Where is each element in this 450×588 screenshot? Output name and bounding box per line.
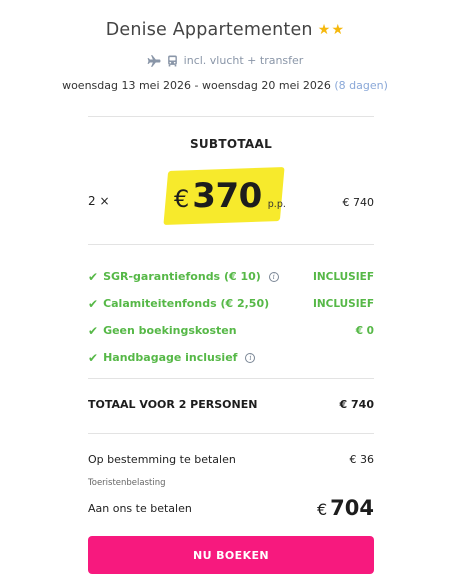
destination-payment-row: Op bestemming te betalen € 36 xyxy=(88,453,374,466)
per-person-label: p.p. xyxy=(267,199,286,210)
currency-symbol: € xyxy=(316,500,328,519)
plane-icon xyxy=(147,54,161,67)
list-item: ✔ Geen boekingskosten € 0 xyxy=(88,317,374,344)
quantity: 2 × xyxy=(88,194,110,208)
destination-label: Op bestemming te betalen xyxy=(88,453,236,466)
tourist-tax-label: Toeristenbelasting xyxy=(88,478,166,488)
hotel-name: Denise Appartementen xyxy=(105,20,313,40)
hotel-title: Denise Appartementen ★ ★ xyxy=(106,20,345,40)
divider xyxy=(88,116,374,117)
price-row: 2 × € 370 p.p. € 740 xyxy=(88,162,374,228)
transport-label: incl. vlucht + transfer xyxy=(183,54,304,67)
check-icon: ✔ xyxy=(88,323,99,338)
price-amount: 370 xyxy=(192,176,262,216)
divider xyxy=(88,378,374,379)
inclusion-label: Handbagage inclusief xyxy=(103,351,238,364)
transport-info: incl. vlucht + transfer xyxy=(0,54,450,67)
star-icon: ★ xyxy=(331,22,345,38)
book-now-button[interactable]: NU BOEKEN xyxy=(88,536,374,574)
info-icon[interactable]: i xyxy=(268,271,279,282)
inclusion-value: INCLUSIEF xyxy=(312,270,374,283)
list-item: ✔ Calamiteitenfonds (€ 2,50) INCLUSIEF xyxy=(88,290,374,317)
booking-header: Denise Appartementen ★ ★ incl. vlucht + … xyxy=(0,0,450,92)
star-icon: ★ xyxy=(317,22,331,38)
inclusions-list: ✔ SGR-garantiefonds (€ 10) i INCLUSIEF ✔… xyxy=(88,263,374,371)
inclusion-value: INCLUSIEF xyxy=(312,297,374,310)
amount-due: € 704 xyxy=(317,496,374,520)
list-item: ✔ Handbagage inclusief i xyxy=(88,344,374,371)
currency-symbol: € xyxy=(174,185,190,213)
divider xyxy=(88,244,374,245)
total-row: TOTAAL VOOR 2 PERSONEN € 740 xyxy=(88,398,374,411)
check-icon: ✔ xyxy=(88,269,99,284)
price-per-person: € 370 p.p. xyxy=(174,176,286,216)
amount-due-value: 704 xyxy=(330,496,374,520)
bus-icon xyxy=(167,55,178,67)
inclusion-value: € 0 xyxy=(355,324,374,337)
date-range: woensdag 13 mei 2026 - woensdag 20 mei 2… xyxy=(62,79,331,92)
total-value: € 740 xyxy=(339,398,374,411)
inclusion-label: Geen boekingskosten xyxy=(103,324,237,337)
amount-due-label: Aan ons te betalen xyxy=(88,502,192,515)
duration: (8 dagen) xyxy=(334,79,388,92)
amount-due-row: Aan ons te betalen € 704 xyxy=(88,496,374,522)
travel-dates: woensdag 13 mei 2026 - woensdag 20 mei 2… xyxy=(0,79,450,92)
row-total: € 740 xyxy=(342,196,375,209)
check-icon: ✔ xyxy=(88,350,99,365)
star-rating: ★ ★ xyxy=(318,23,345,37)
total-label: TOTAAL VOOR 2 PERSONEN xyxy=(88,398,258,411)
inclusion-label: Calamiteitenfonds (€ 2,50) xyxy=(103,297,270,310)
destination-value: € 36 xyxy=(349,453,375,466)
list-item: ✔ SGR-garantiefonds (€ 10) i INCLUSIEF xyxy=(88,263,374,290)
inclusion-label: SGR-garantiefonds (€ 10) xyxy=(103,270,261,283)
subtotal-title: SUBTOTAAL xyxy=(189,137,273,151)
divider xyxy=(88,433,374,434)
info-icon[interactable]: i xyxy=(245,352,256,363)
check-icon: ✔ xyxy=(88,296,99,311)
